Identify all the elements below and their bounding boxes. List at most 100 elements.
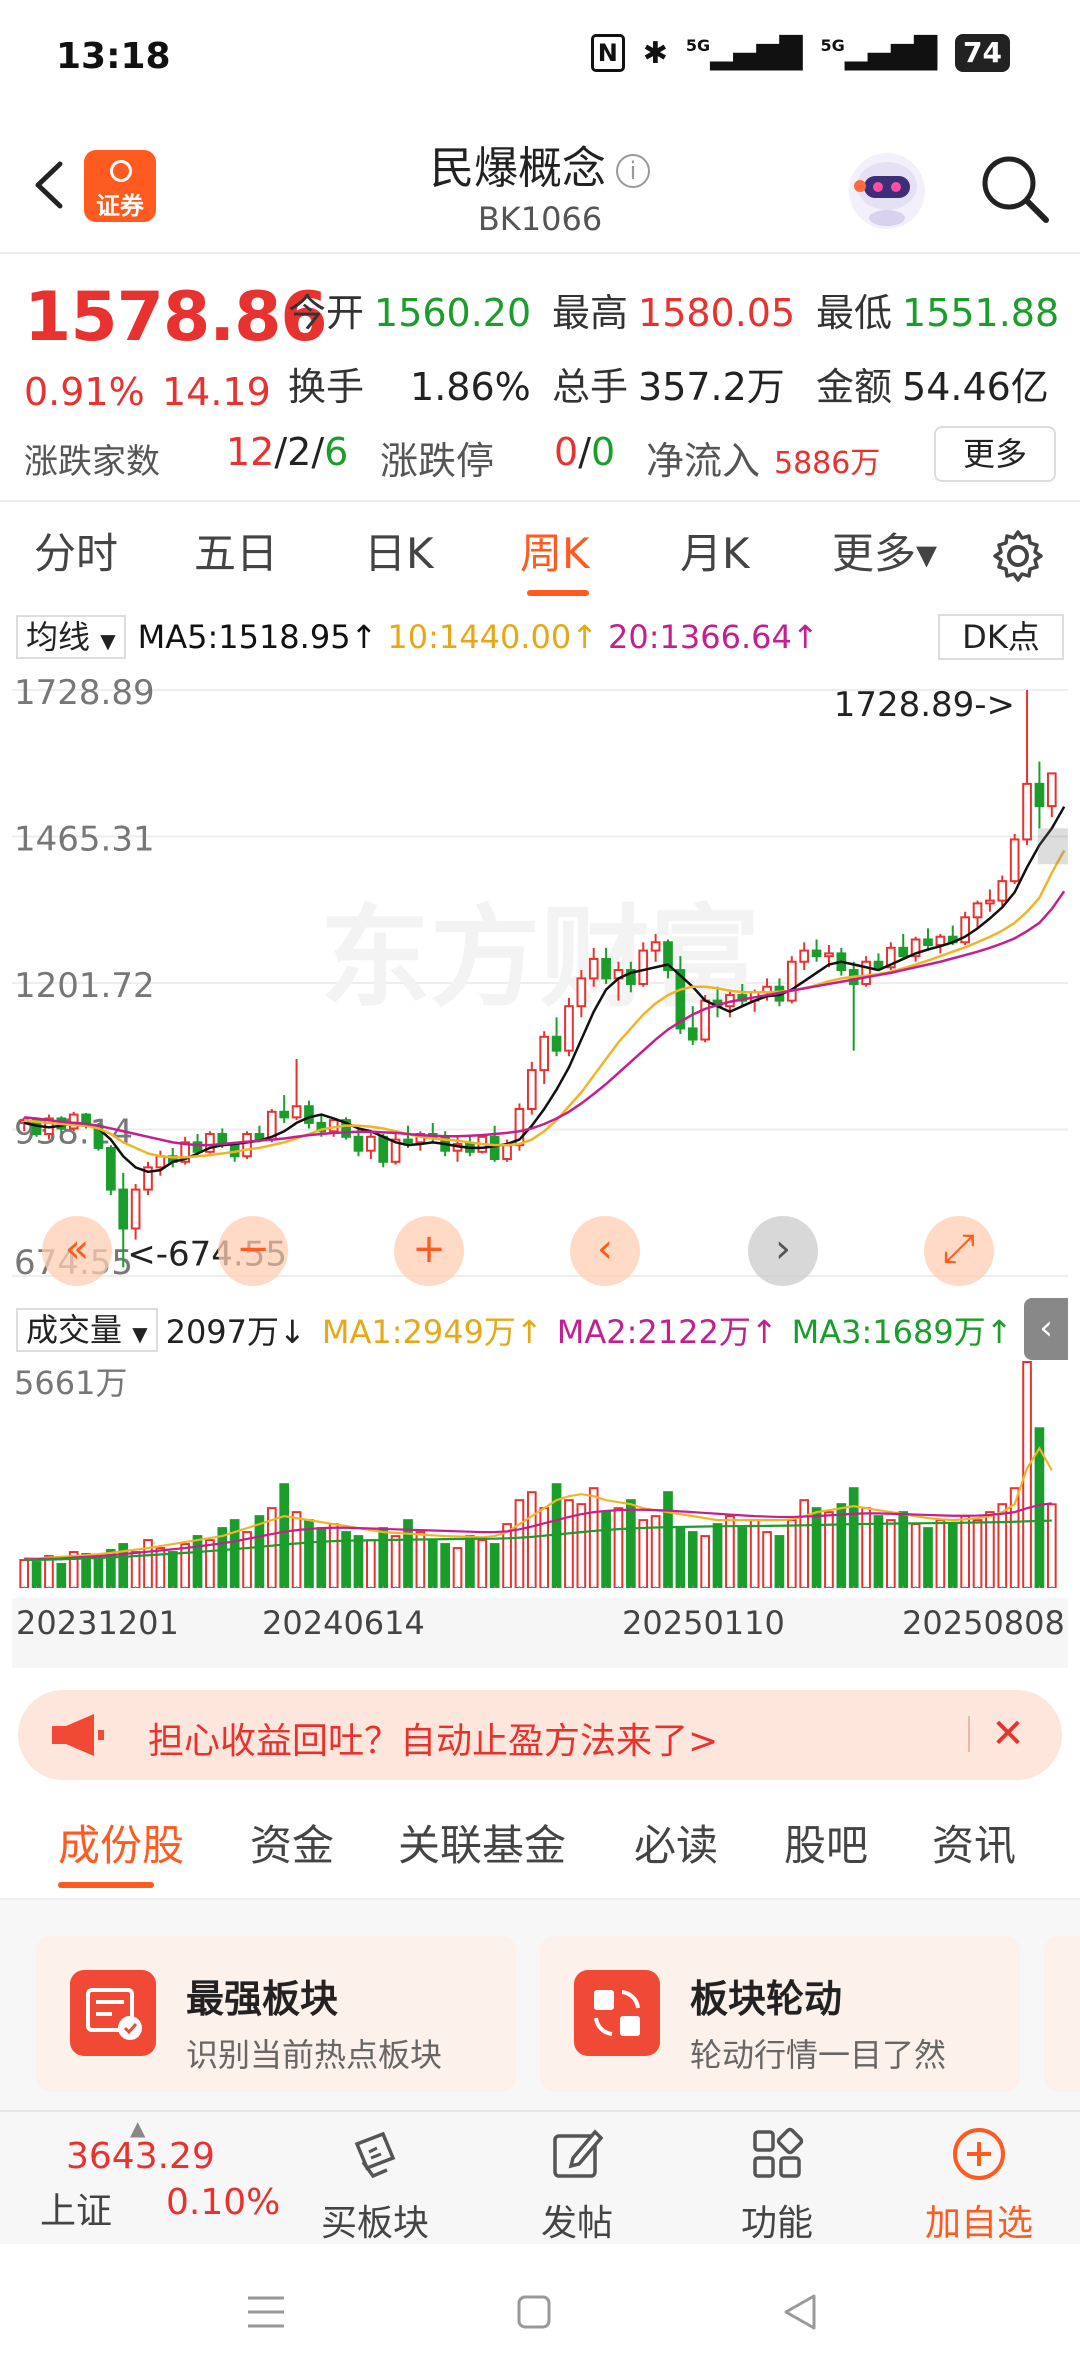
home-icon[interactable] [516,2294,552,2330]
volume-bar [588,1487,599,1589]
breadth-flat: 2 [287,430,312,474]
candle-body [1009,838,1020,883]
candle-body [526,1069,537,1111]
tab-intraday[interactable]: 分时 [34,520,118,581]
candle-body [489,1135,500,1161]
candle-body [353,1135,364,1152]
volume-bar [861,1507,871,1590]
more-button[interactable]: 更多 [934,426,1056,482]
kline-chart[interactable]: 1728.891465.311201.72938.14674.55东方财富172… [12,666,1068,1300]
low-label: 最低 [816,291,893,335]
volume-bar [997,1503,1008,1589]
content-tabs: 成份股 资金 关联基金 必读 股吧 资讯 [0,1806,1080,1896]
amount-value: 54.46亿 [902,365,1049,409]
zoom-in-button[interactable]: + [394,1216,464,1286]
tab-must-read[interactable]: 必读 [634,1812,718,1873]
card-title: 板块轮动 [690,1977,843,2021]
high-value: 1580.05 [638,291,796,335]
dk-point-button[interactable]: DK点 [938,614,1064,660]
volume-bar [205,1539,215,1590]
grid-icon [753,2127,804,2178]
tab-news[interactable]: 资讯 [932,1812,1016,1873]
candle-body [118,1188,129,1230]
date-tick-label: 20231201 [16,1604,179,1642]
candle-body [687,1027,698,1041]
bottom-toolbar: ▲ 3643.29 上证 0.10% 买板块 发帖 功能 加自选 [0,2110,1080,2244]
volume-bar [737,1527,748,1590]
functions-button[interactable]: 功能 [702,2122,852,2246]
fullscreen-button[interactable]: ⤢ [924,1216,994,1286]
candle-body [304,1105,314,1124]
candle-body [799,949,810,963]
volume-bar [910,1523,921,1589]
volume-indicator-select[interactable]: 成交量 ▼ [16,1308,158,1352]
zoom-out-button[interactable]: − [218,1216,288,1286]
amount-label: 金额 [816,365,893,409]
volume-bar [601,1511,611,1589]
volume-bar [130,1551,141,1589]
card-strongest-sector[interactable]: 最强板块 识别当前热点板块 [36,1936,516,2092]
y-tick-label: 1465.31 [14,819,155,859]
tab-five-day[interactable]: 五日 [194,520,278,581]
volume-bar [440,1543,450,1589]
date-tick-label: 20250808 [902,1604,1065,1642]
limit-value: 0/0 [554,430,615,474]
buy-sector-button[interactable]: 买板块 [300,2122,450,2246]
indicator-select[interactable]: 均线 ▼ [16,615,126,659]
close-icon[interactable]: ✕ [980,1706,1036,1762]
volume-bar [886,1519,896,1589]
scroll-left-button[interactable]: ‹ [570,1216,640,1286]
volume-bar [848,1487,859,1589]
candle-body [1034,782,1045,808]
tb-label: 功能 [740,2203,813,2244]
search-button[interactable] [976,150,1052,226]
back-nav-icon[interactable] [780,2292,820,2332]
tab-weekly-k[interactable]: 周K [520,520,590,581]
ma5-value: MA5:1518.95↑ [137,618,378,656]
volume-chart[interactable]: 5661万 [12,1358,1068,1590]
date-axis: 20231201 20240614 20250110 20250808 [12,1598,1068,1668]
tab-more[interactable]: 更多▾ [832,520,937,581]
tab-daily-k[interactable]: 日K [364,520,434,581]
info-icon[interactable]: i [616,154,650,188]
tab-related-funds[interactable]: 关联基金 [398,1812,566,1873]
turnover-value: 1.86% [410,365,531,409]
tab-forum[interactable]: 股吧 [784,1812,868,1873]
sep: / [274,430,288,474]
index-change[interactable]: 0.10% [166,2182,280,2223]
settings-button[interactable] [990,528,1046,584]
post-button[interactable]: 发帖 [502,2122,652,2246]
add-watchlist-button[interactable]: 加自选 [904,2122,1054,2246]
scroll-right-button[interactable]: › [748,1216,818,1286]
low-stat: 最低 1551.88 [816,282,1059,337]
index-value[interactable]: 3643.29 [66,2136,215,2177]
turnover-label: 换手 [288,365,365,409]
volume-bar [675,1527,686,1590]
volume-bar [477,1539,488,1590]
candle-body [650,941,661,952]
collapse-panel-button[interactable]: ‹ [1024,1298,1068,1360]
card-sector-rotation[interactable]: 板块轮动 轮动行情一目了然 [540,1936,1020,2092]
promo-banner[interactable]: 担心收益回吐？自动止盈方法来了> ✕ [18,1690,1062,1780]
scroll-left-fast-button[interactable]: « [42,1216,112,1286]
tab-funds[interactable]: 资金 [250,1812,334,1873]
volume-bar [749,1519,760,1589]
card-partial[interactable] [1044,1936,1080,2092]
volume-value: 357.2万 [638,365,785,409]
high-stat: 最高 1580.05 [552,282,795,337]
volume-bar [526,1491,537,1589]
volume-bar [31,1561,42,1589]
candle-body [786,960,797,1002]
volume-bar [824,1511,834,1589]
assistant-robot-icon[interactable] [842,146,932,236]
tab-constituents[interactable]: 成份股 [58,1812,184,1873]
nfc-icon: N [590,34,625,72]
status-icons: N ✱ 5G▂▄▆█ 5G▂▄▆█ 74 [590,34,1010,72]
tab-monthly-k[interactable]: 月K [680,520,750,581]
rotation-icon [574,1970,660,2056]
index-name[interactable]: 上证 [40,2182,112,2234]
volume-bar [378,1527,389,1590]
menu-icon[interactable] [246,2294,286,2330]
volume-bar [291,1511,302,1589]
limit-label: 涨跌停 [380,439,495,483]
